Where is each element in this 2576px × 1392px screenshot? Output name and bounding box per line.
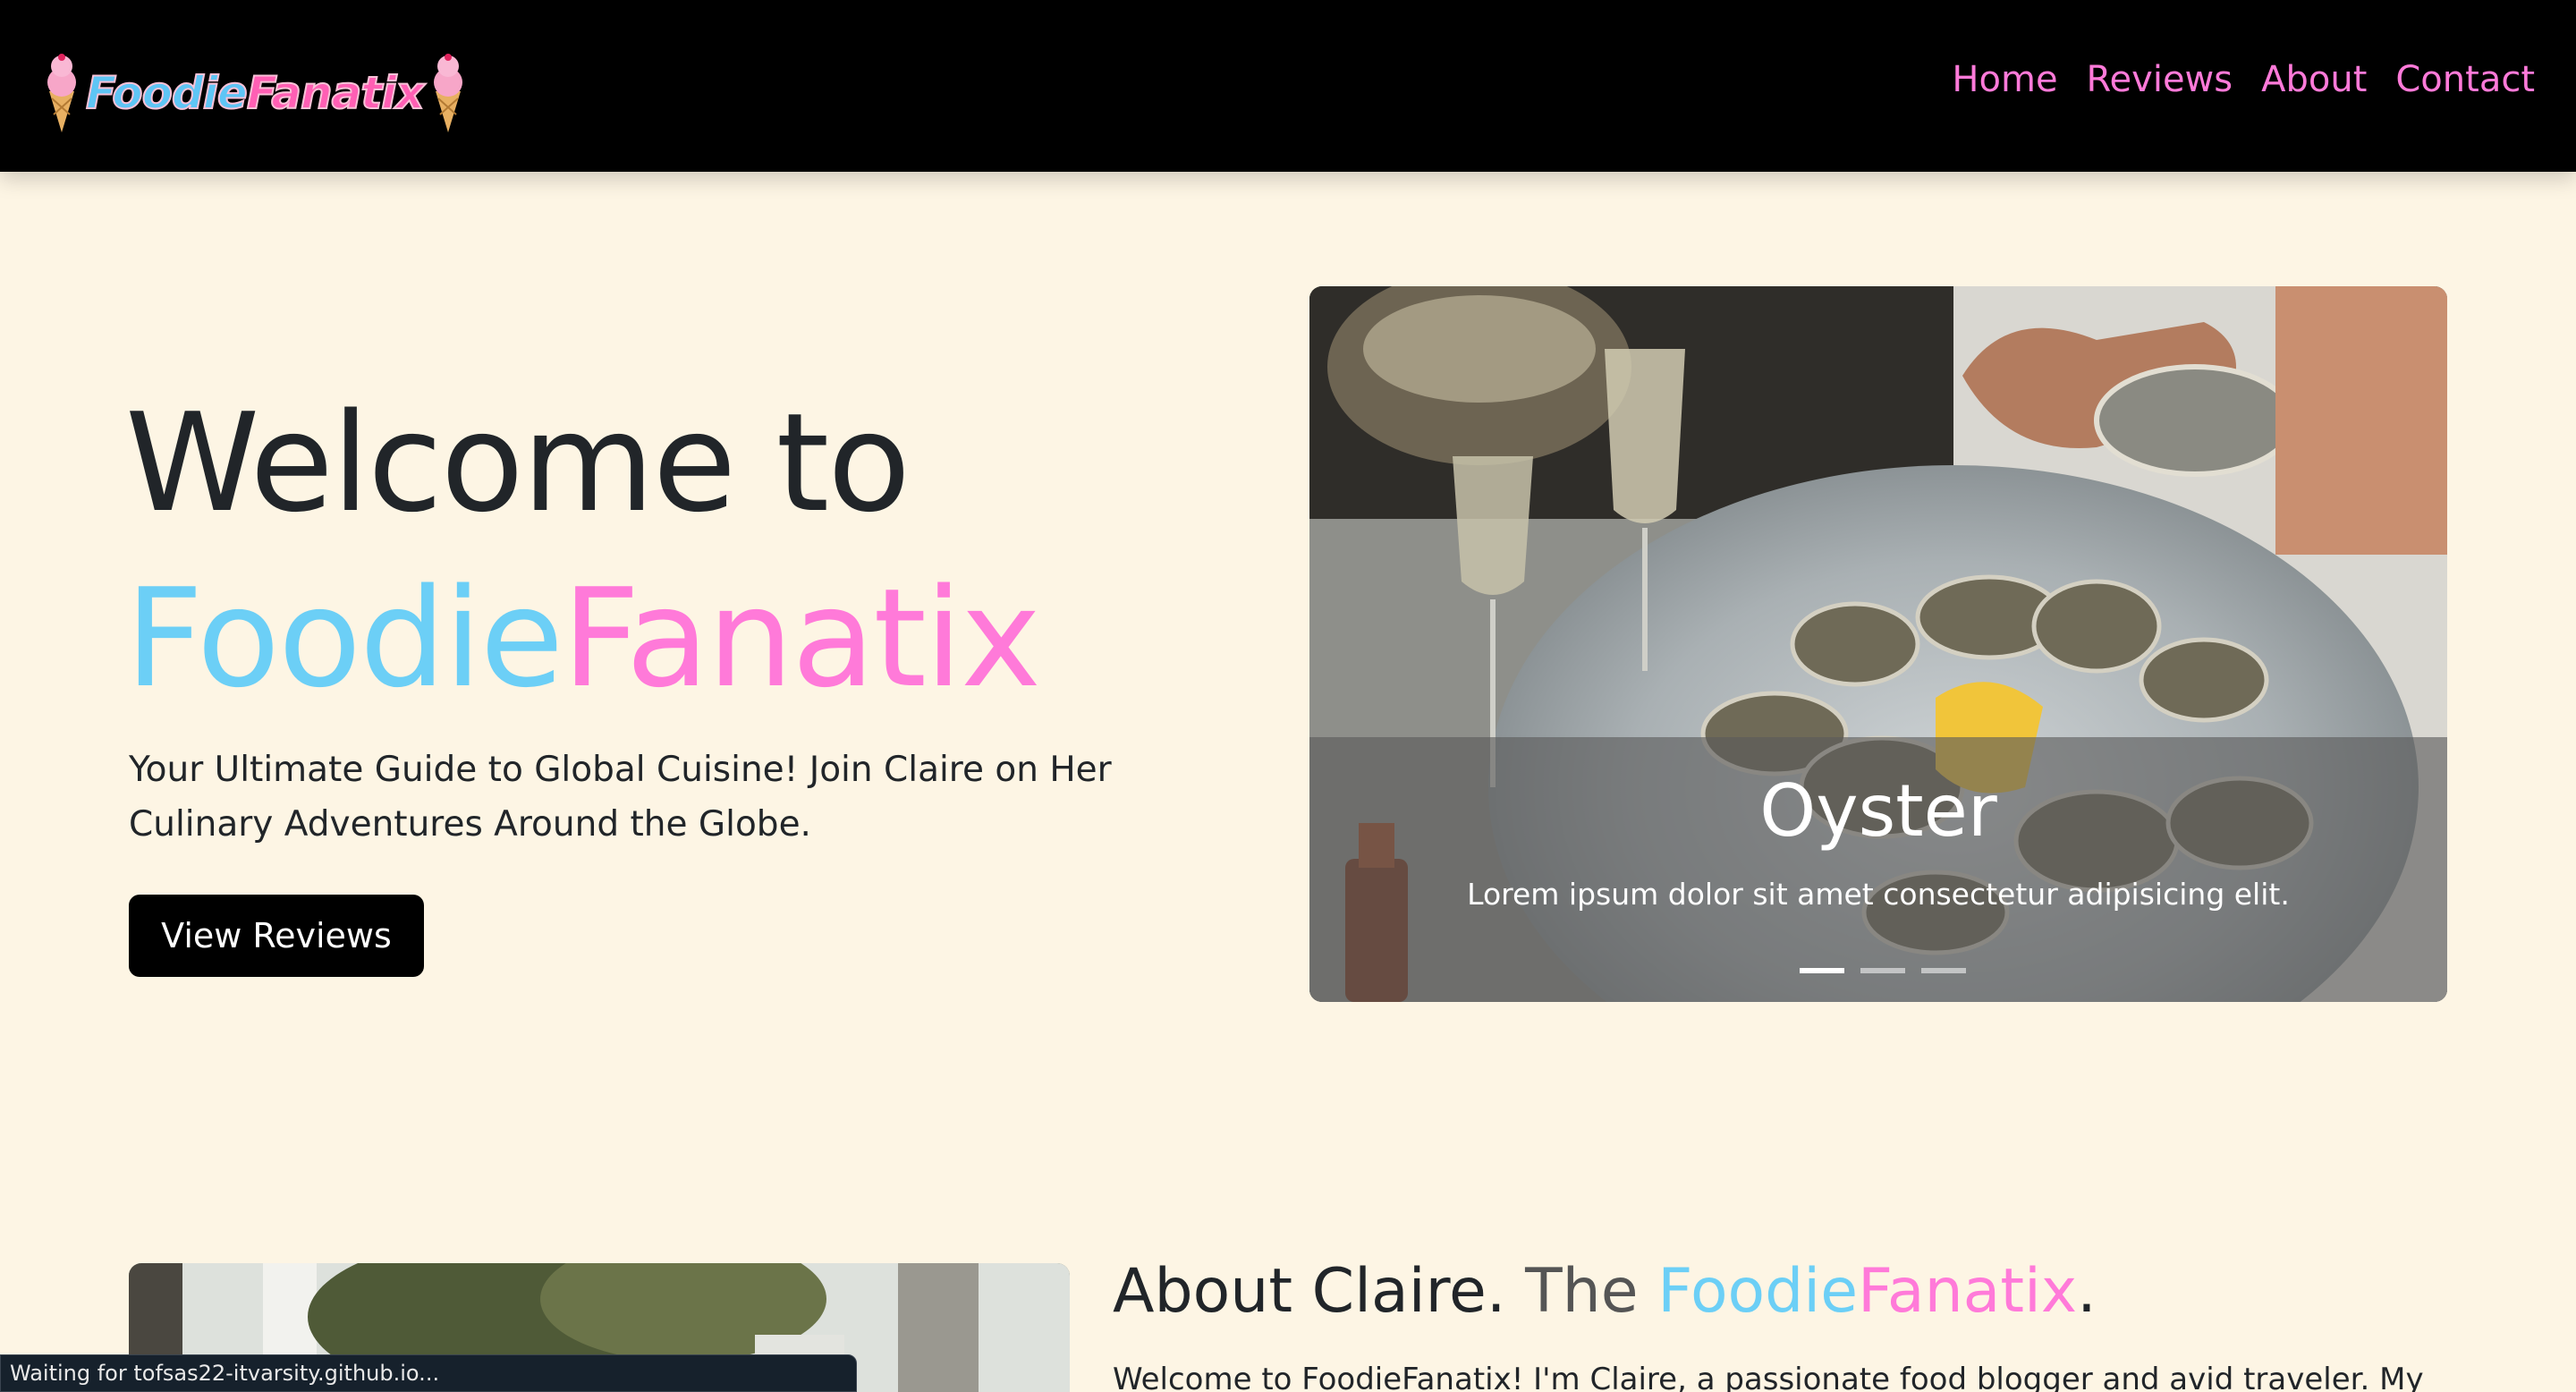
nav-link-reviews[interactable]: Reviews xyxy=(2087,59,2233,100)
hero-title-foodie: Foodie xyxy=(125,559,564,717)
hero-title-line1: Welcome to xyxy=(125,384,911,542)
hero-subtitle: Your Ultimate Guide to Global Cuisine! J… xyxy=(129,750,1112,845)
navbar: FoodieFanatix Home Reviews About Contact xyxy=(0,0,2576,172)
nav-link-about[interactable]: About xyxy=(2261,59,2367,100)
carousel-indicator-1[interactable] xyxy=(1800,968,1844,973)
brand-name: FoodieFanatix xyxy=(85,66,426,120)
carousel-indicator-2[interactable] xyxy=(1860,968,1905,973)
nav-menu: Home Reviews About Contact xyxy=(1952,59,2535,100)
hero-carousel[interactable]: Oyster Lorem ipsum dolor sit amet consec… xyxy=(1309,286,2447,1002)
ice-cream-icon xyxy=(433,54,462,132)
carousel-caption-title: Oyster xyxy=(1759,769,1997,853)
carousel-caption-text: Lorem ipsum dolor sit amet consectetur a… xyxy=(1467,877,2290,912)
view-reviews-button[interactable]: View Reviews xyxy=(129,895,424,977)
nav-link-home[interactable]: Home xyxy=(1952,59,2057,100)
nav-link-contact[interactable]: Contact xyxy=(2395,59,2535,100)
hero-title: Welcome to FoodieFanatix xyxy=(125,376,1041,726)
page: FoodieFanatix Home Reviews About Contact… xyxy=(0,0,2576,1392)
browser-status-bar: Waiting for tofsas22-itvarsity.github.io… xyxy=(0,1354,857,1392)
about-heading: About Claire. The FoodieFanatix. xyxy=(1113,1256,2097,1327)
hero-title-fanatix: Fanatix xyxy=(562,559,1041,717)
carousel-indicator-3[interactable] xyxy=(1921,968,1966,973)
brand-logo[interactable]: FoodieFanatix xyxy=(41,52,469,134)
carousel-indicators xyxy=(1800,968,1966,973)
about-text: Welcome to FoodieFanatix! I'm Claire, a … xyxy=(1113,1362,2424,1392)
ice-cream-icon xyxy=(47,54,76,132)
